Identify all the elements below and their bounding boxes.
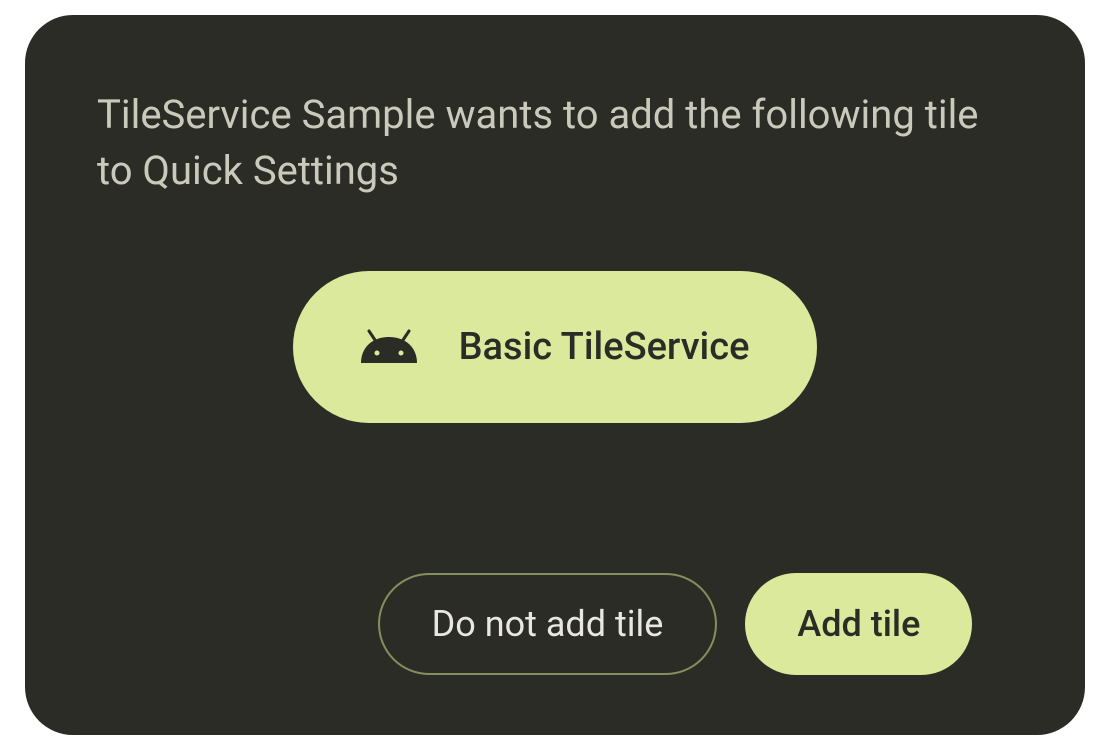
dialog-message: TileService Sample wants to add the foll…	[97, 87, 1013, 199]
dialog-button-row: Do not add tile Add tile	[97, 573, 1013, 675]
add-tile-dialog: TileService Sample wants to add the foll…	[25, 15, 1085, 735]
accept-button[interactable]: Add tile	[745, 573, 972, 675]
tile-label: Basic TileService	[459, 325, 750, 369]
decline-button[interactable]: Do not add tile	[378, 573, 718, 675]
android-icon	[361, 319, 417, 375]
tile-preview: Basic TileService	[293, 271, 818, 423]
tile-preview-container: Basic TileService	[97, 271, 1013, 573]
